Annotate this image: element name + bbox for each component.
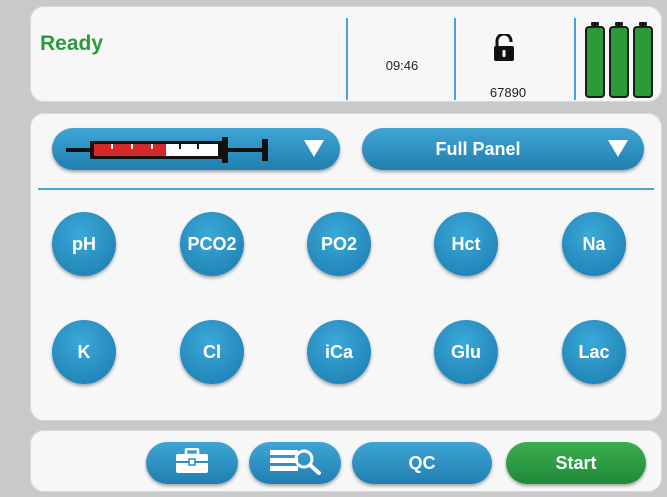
battery-indicator	[633, 22, 653, 98]
clock-time: 09:46	[385, 58, 419, 73]
sample-type-selector[interactable]	[52, 128, 340, 170]
analyte-button-glu[interactable]: Glu	[434, 320, 498, 384]
tools-button[interactable]	[146, 442, 238, 484]
analyte-button-pco2[interactable]: PCO2	[180, 212, 244, 276]
divider	[346, 18, 348, 100]
qc-button[interactable]: QC	[352, 442, 492, 484]
unlock-icon[interactable]	[493, 32, 515, 67]
chevron-down-icon	[304, 140, 324, 157]
start-button[interactable]: Start	[506, 442, 646, 484]
analyte-button-lac[interactable]: Lac	[562, 320, 626, 384]
syringe-icon	[66, 137, 274, 168]
main-panel: Full Panel pH PCO2 PO2 Hct Na K Cl iCa G…	[30, 113, 662, 421]
analyte-button-hct[interactable]: Hct	[434, 212, 498, 276]
analyte-button-na[interactable]: Na	[562, 212, 626, 276]
chevron-down-icon	[608, 140, 628, 157]
list-search-icon	[268, 447, 322, 480]
lock-code: 67890	[489, 85, 527, 100]
analyte-button-k[interactable]: K	[52, 320, 116, 384]
analyte-button-cl[interactable]: Cl	[180, 320, 244, 384]
status-text: Ready	[40, 32, 104, 55]
status-bar: Ready 09:46 67890	[30, 6, 662, 102]
review-search-button[interactable]	[249, 442, 341, 484]
divider	[574, 18, 576, 100]
divider	[38, 188, 654, 190]
battery-indicator	[609, 22, 629, 98]
divider	[454, 18, 456, 100]
analyte-button-po2[interactable]: PO2	[307, 212, 371, 276]
panel-selector-label: Full Panel	[435, 138, 521, 159]
analyte-button-ica[interactable]: iCa	[307, 320, 371, 384]
bottom-toolbar: QC Start	[30, 430, 662, 492]
toolbox-icon	[175, 447, 209, 479]
analyte-button-ph[interactable]: pH	[52, 212, 116, 276]
panel-selector[interactable]: Full Panel	[362, 128, 644, 170]
battery-indicator	[585, 22, 605, 98]
